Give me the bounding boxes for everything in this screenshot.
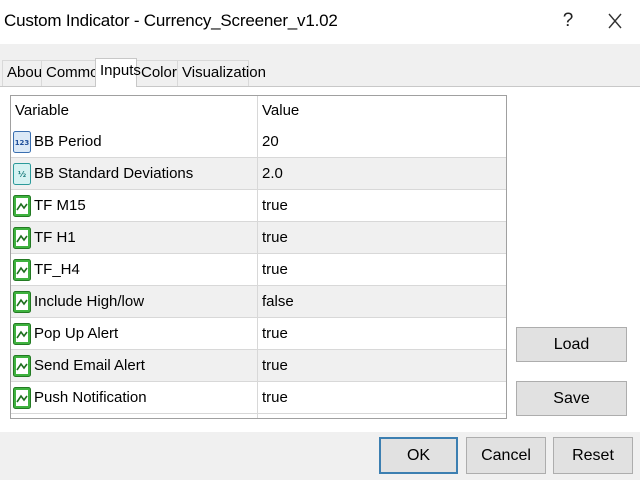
- bool-icon: [13, 355, 31, 377]
- close-button[interactable]: [600, 6, 630, 36]
- row-value[interactable]: 20: [262, 133, 279, 150]
- table-row[interactable]: ½ BB Standard Deviations 2.0: [11, 158, 506, 190]
- table-row[interactable]: 123 BB Period 20: [11, 126, 506, 158]
- tab-inputs[interactable]: Inputs: [95, 58, 141, 87]
- save-button[interactable]: Save: [516, 381, 627, 416]
- row-value[interactable]: true: [262, 229, 288, 246]
- table-row[interactable]: Send Email Alert true: [11, 350, 506, 382]
- close-icon: [608, 13, 622, 29]
- parameters-grid: Variable Value 123 BB Period 20 ½ BB Sta…: [10, 95, 507, 419]
- row-variable: TF_H4: [34, 261, 80, 278]
- column-divider: [257, 96, 258, 418]
- row-variable: TF H1: [34, 229, 76, 246]
- row-value[interactable]: true: [262, 357, 288, 374]
- row-value[interactable]: true: [262, 197, 288, 214]
- svg-text:123: 123: [15, 139, 30, 147]
- tab-common[interactable]: Common: [41, 60, 107, 86]
- row-value[interactable]: true: [262, 389, 288, 406]
- row-variable: Pop Up Alert: [34, 325, 119, 342]
- row-variable: Include High/low: [34, 293, 145, 310]
- load-button[interactable]: Load: [516, 327, 627, 362]
- row-variable: Push Notification: [34, 389, 147, 406]
- table-row[interactable]: TF M15 true: [11, 190, 506, 222]
- bool-icon: [13, 291, 31, 313]
- tab-about[interactable]: About: [2, 60, 46, 86]
- tab-visualization[interactable]: Visualization: [177, 60, 266, 86]
- bool-icon: [13, 323, 31, 345]
- title-bar: Custom Indicator - Currency_Screener_v1.…: [0, 0, 640, 44]
- integer-icon: 123: [13, 131, 31, 153]
- ok-button[interactable]: OK: [379, 437, 458, 474]
- table-row[interactable]: TF_H4 true: [11, 254, 506, 286]
- row-value[interactable]: false: [262, 293, 294, 310]
- row-variable: BB Standard Deviations: [34, 165, 194, 182]
- bool-icon: [13, 387, 31, 409]
- bool-icon: [13, 227, 31, 249]
- svg-text:½: ½: [18, 169, 26, 179]
- table-row[interactable]: Push Notification true: [11, 382, 506, 414]
- help-button[interactable]: ?: [556, 6, 580, 36]
- row-variable: Send Email Alert: [34, 357, 145, 374]
- tab-strip: About Common Inputs Colors Visualization: [0, 58, 640, 87]
- row-value[interactable]: 2.0: [262, 165, 283, 182]
- bool-icon: [13, 195, 31, 217]
- window-title: Custom Indicator - Currency_Screener_v1.…: [4, 11, 338, 30]
- table-row[interactable]: TF H1 true: [11, 222, 506, 254]
- bool-icon: [13, 259, 31, 281]
- table-row[interactable]: Include High/low false: [11, 286, 506, 318]
- row-value[interactable]: true: [262, 261, 288, 278]
- table-row[interactable]: Pop Up Alert true: [11, 318, 506, 350]
- column-header-value[interactable]: Value: [262, 102, 299, 119]
- grid-header: Variable Value: [11, 96, 506, 126]
- reset-button[interactable]: Reset: [553, 437, 633, 474]
- column-header-variable[interactable]: Variable: [15, 102, 69, 119]
- row-variable: BB Period: [34, 133, 102, 150]
- cancel-button[interactable]: Cancel: [466, 437, 546, 474]
- row-variable: TF M15: [34, 197, 86, 214]
- double-icon: ½: [13, 163, 31, 185]
- tab-colors[interactable]: Colors: [136, 60, 184, 86]
- row-value[interactable]: true: [262, 325, 288, 342]
